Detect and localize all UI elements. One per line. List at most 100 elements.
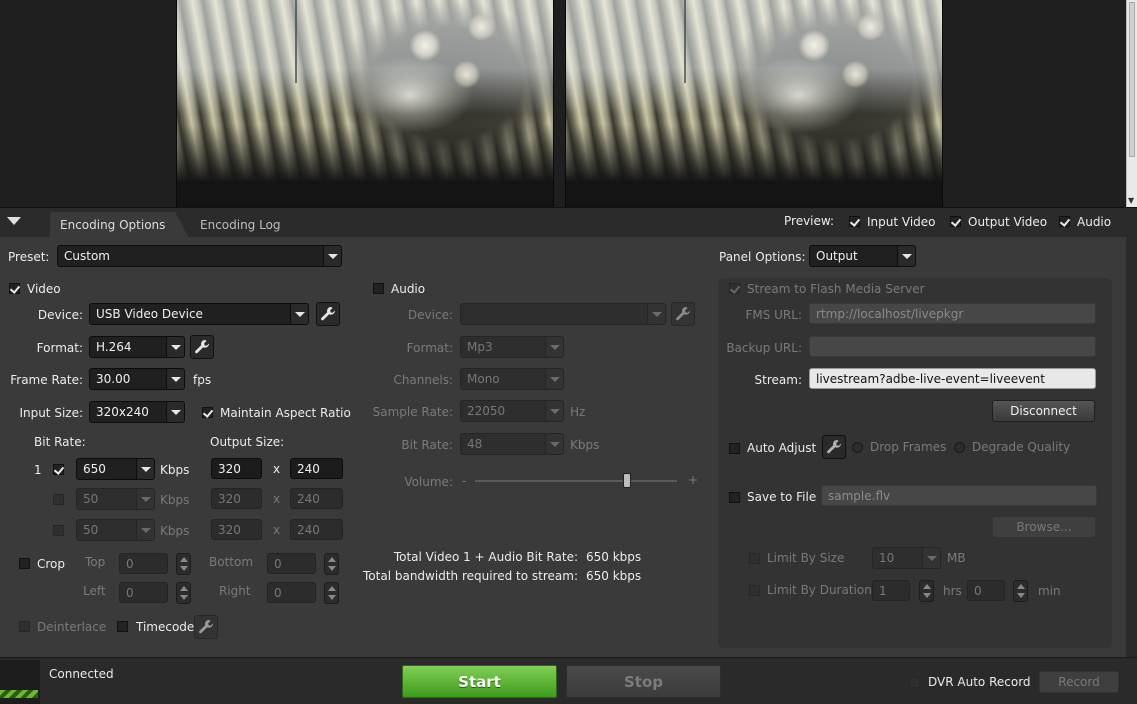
bandwidth-value: 650 kbps (586, 569, 642, 583)
fms-url-field[interactable]: rtmp://localhost/livepkgr (809, 303, 1096, 324)
stream-to-fms-checkbox[interactable] (729, 283, 740, 294)
tab-encoding-log[interactable]: Encoding Log (190, 212, 291, 238)
maintain-aspect-ratio-checkbox[interactable] (202, 407, 213, 418)
limit-by-size-label: Limit By Size (767, 551, 845, 565)
limit-size-select[interactable]: 10 (872, 547, 941, 569)
volume-plus-label: + (688, 473, 699, 487)
timecode-settings-button[interactable] (194, 615, 218, 639)
input-size-label: Input Size: (19, 406, 83, 420)
crop-bottom-field[interactable]: 0 (267, 553, 316, 574)
crop-left-field[interactable]: 0 (119, 582, 168, 603)
bitrate-row-3-checkbox[interactable] (53, 525, 64, 536)
output-video-preview (565, 0, 943, 207)
duration-hours-field[interactable]: 1 (872, 580, 910, 601)
limit-by-size-checkbox[interactable] (749, 553, 760, 564)
bitrate-row-1-select[interactable]: 650 (76, 458, 155, 480)
tab-encoding-options[interactable]: Encoding Options (50, 212, 190, 238)
auto-adjust-settings-button[interactable] (822, 435, 846, 459)
bitrate-row-index: 1 (34, 463, 42, 477)
scrollbar-thumb[interactable] (1129, 2, 1135, 157)
backup-url-field[interactable] (809, 336, 1096, 357)
frame-rate-select[interactable]: 30.00 (89, 368, 185, 390)
chevron-down-icon (545, 401, 563, 421)
channels-label: Channels: (393, 373, 453, 387)
sample-rate-label: Sample Rate: (372, 405, 453, 419)
audio-format-select[interactable]: Mp3 (460, 336, 564, 358)
browse-button[interactable]: Browse... (992, 516, 1096, 538)
input-video-preview (176, 0, 554, 207)
connection-progress-bar (0, 690, 38, 698)
output-width-row-3[interactable]: 320 (211, 519, 262, 540)
preview-input-video-checkbox[interactable] (849, 216, 860, 227)
video-device-settings-button[interactable] (316, 302, 340, 326)
crop-left-label: Left (83, 584, 106, 598)
volume-slider-track[interactable] (475, 480, 677, 482)
duration-minutes-field[interactable]: 0 (967, 580, 1005, 601)
stop-button[interactable]: Stop (566, 665, 721, 698)
channels-select[interactable]: Mono (460, 368, 564, 390)
bitrate-row-2-checkbox[interactable] (53, 494, 64, 505)
bitrate-row-1-checkbox[interactable] (53, 464, 64, 475)
video-checkbox[interactable] (9, 283, 20, 294)
preset-label: Preset: (8, 250, 50, 264)
crop-bottom-stepper[interactable] (324, 553, 339, 575)
chevron-down-icon (166, 337, 184, 357)
backup-url-label: Backup URL: (726, 341, 802, 355)
preview-output-video-label: Output Video (968, 215, 1048, 229)
preview-scrollbar[interactable]: ▼ (1126, 0, 1137, 207)
crop-checkbox[interactable] (19, 558, 30, 569)
file-name-field[interactable]: sample.flv (821, 485, 1097, 506)
dvr-auto-record-checkbox[interactable] (909, 677, 920, 688)
audio-device-settings-button[interactable] (671, 302, 695, 326)
save-to-file-label: Save to File (747, 490, 817, 504)
bitrate-row-2-select[interactable]: 50 (76, 488, 155, 510)
wrench-icon (199, 620, 214, 634)
chevron-down-icon (166, 369, 184, 389)
video-format-label: Format: (36, 341, 83, 355)
drop-frames-radio[interactable] (852, 442, 863, 453)
start-button[interactable]: Start (402, 665, 557, 698)
audio-bit-rate-select[interactable]: 48 (460, 433, 564, 455)
video-format-select[interactable]: H.264 (89, 336, 185, 358)
stream-name-field[interactable]: livestream?adbe-live-event=liveevent (809, 368, 1096, 389)
crop-top-field[interactable]: 0 (119, 553, 168, 574)
audio-device-select[interactable] (460, 303, 666, 325)
save-to-file-checkbox[interactable] (729, 492, 740, 503)
total-bitrate-label: Total Video 1 + Audio Bit Rate: (393, 550, 578, 564)
output-width-row-2[interactable]: 320 (211, 488, 262, 509)
bitrate-row-3-select[interactable]: 50 (76, 519, 155, 541)
record-button[interactable]: Record (1039, 671, 1119, 693)
limit-by-duration-label: Limit By Duration (767, 583, 872, 597)
video-format-settings-button[interactable] (190, 335, 214, 359)
chevron-down-icon (545, 337, 563, 357)
timecode-checkbox[interactable] (117, 621, 128, 632)
output-height-row-1[interactable]: 240 (290, 458, 343, 479)
preset-select[interactable]: Custom (57, 245, 342, 267)
chevron-down-icon (136, 520, 154, 540)
volume-slider-thumb[interactable] (622, 473, 631, 488)
disconnect-button[interactable]: Disconnect (992, 400, 1095, 422)
preview-label: Preview: (784, 214, 835, 228)
audio-checkbox[interactable] (373, 283, 384, 294)
auto-adjust-checkbox[interactable] (729, 443, 740, 454)
output-height-row-2[interactable]: 240 (290, 488, 343, 509)
crop-left-stepper[interactable] (176, 582, 191, 604)
video-device-select[interactable]: USB Video Device (89, 303, 309, 325)
output-width-row-1[interactable]: 320 (211, 458, 262, 479)
crop-right-stepper[interactable] (324, 582, 339, 604)
limit-by-duration-checkbox[interactable] (749, 585, 760, 596)
crop-top-stepper[interactable] (176, 553, 191, 575)
duration-hours-stepper[interactable] (919, 580, 934, 602)
scroll-down-arrow-icon[interactable]: ▼ (1128, 196, 1134, 205)
preview-audio-checkbox[interactable] (1059, 216, 1070, 227)
input-size-select[interactable]: 320x240 (89, 401, 185, 423)
output-height-row-3[interactable]: 240 (290, 519, 343, 540)
sample-rate-select[interactable]: 22050 (460, 400, 564, 422)
deinterlace-checkbox[interactable] (19, 621, 30, 632)
preview-output-video-checkbox[interactable] (950, 216, 961, 227)
duration-minutes-stepper[interactable] (1013, 580, 1028, 602)
degrade-quality-radio[interactable] (954, 442, 965, 453)
panel-options-select[interactable]: Output (809, 245, 916, 267)
crop-right-field[interactable]: 0 (267, 582, 316, 603)
collapse-panel-arrow-icon[interactable] (7, 217, 21, 225)
